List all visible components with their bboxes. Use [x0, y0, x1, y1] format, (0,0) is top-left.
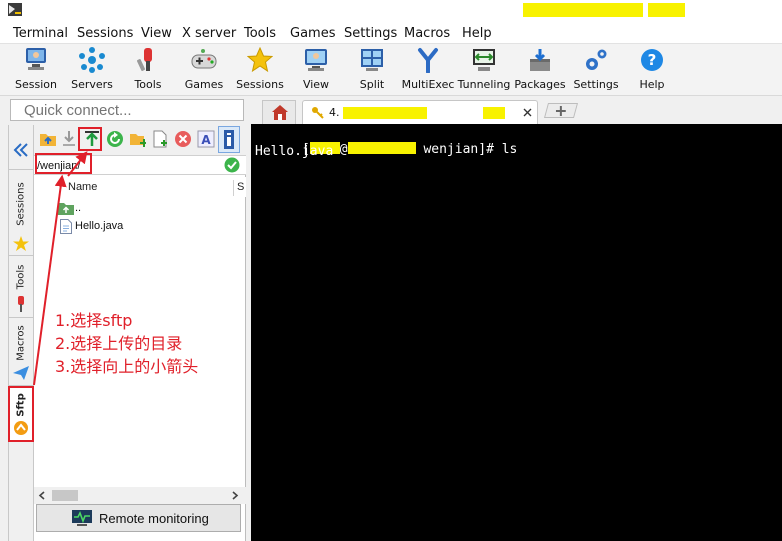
annotation-line: 3.选择向上的小箭头 — [55, 357, 199, 376]
annotation-line: 2.选择上传的目录 — [55, 334, 183, 353]
mobaxterm-window: Terminal Sessions View X server Tools Ga… — [0, 0, 782, 541]
annotation-arrows — [33, 151, 88, 386]
annotation-line: 1.选择sftp — [55, 311, 133, 330]
annotation-instructions: 1.选择sftp 2.选择上传的目录 3.选择向上的小箭头 — [55, 309, 198, 378]
